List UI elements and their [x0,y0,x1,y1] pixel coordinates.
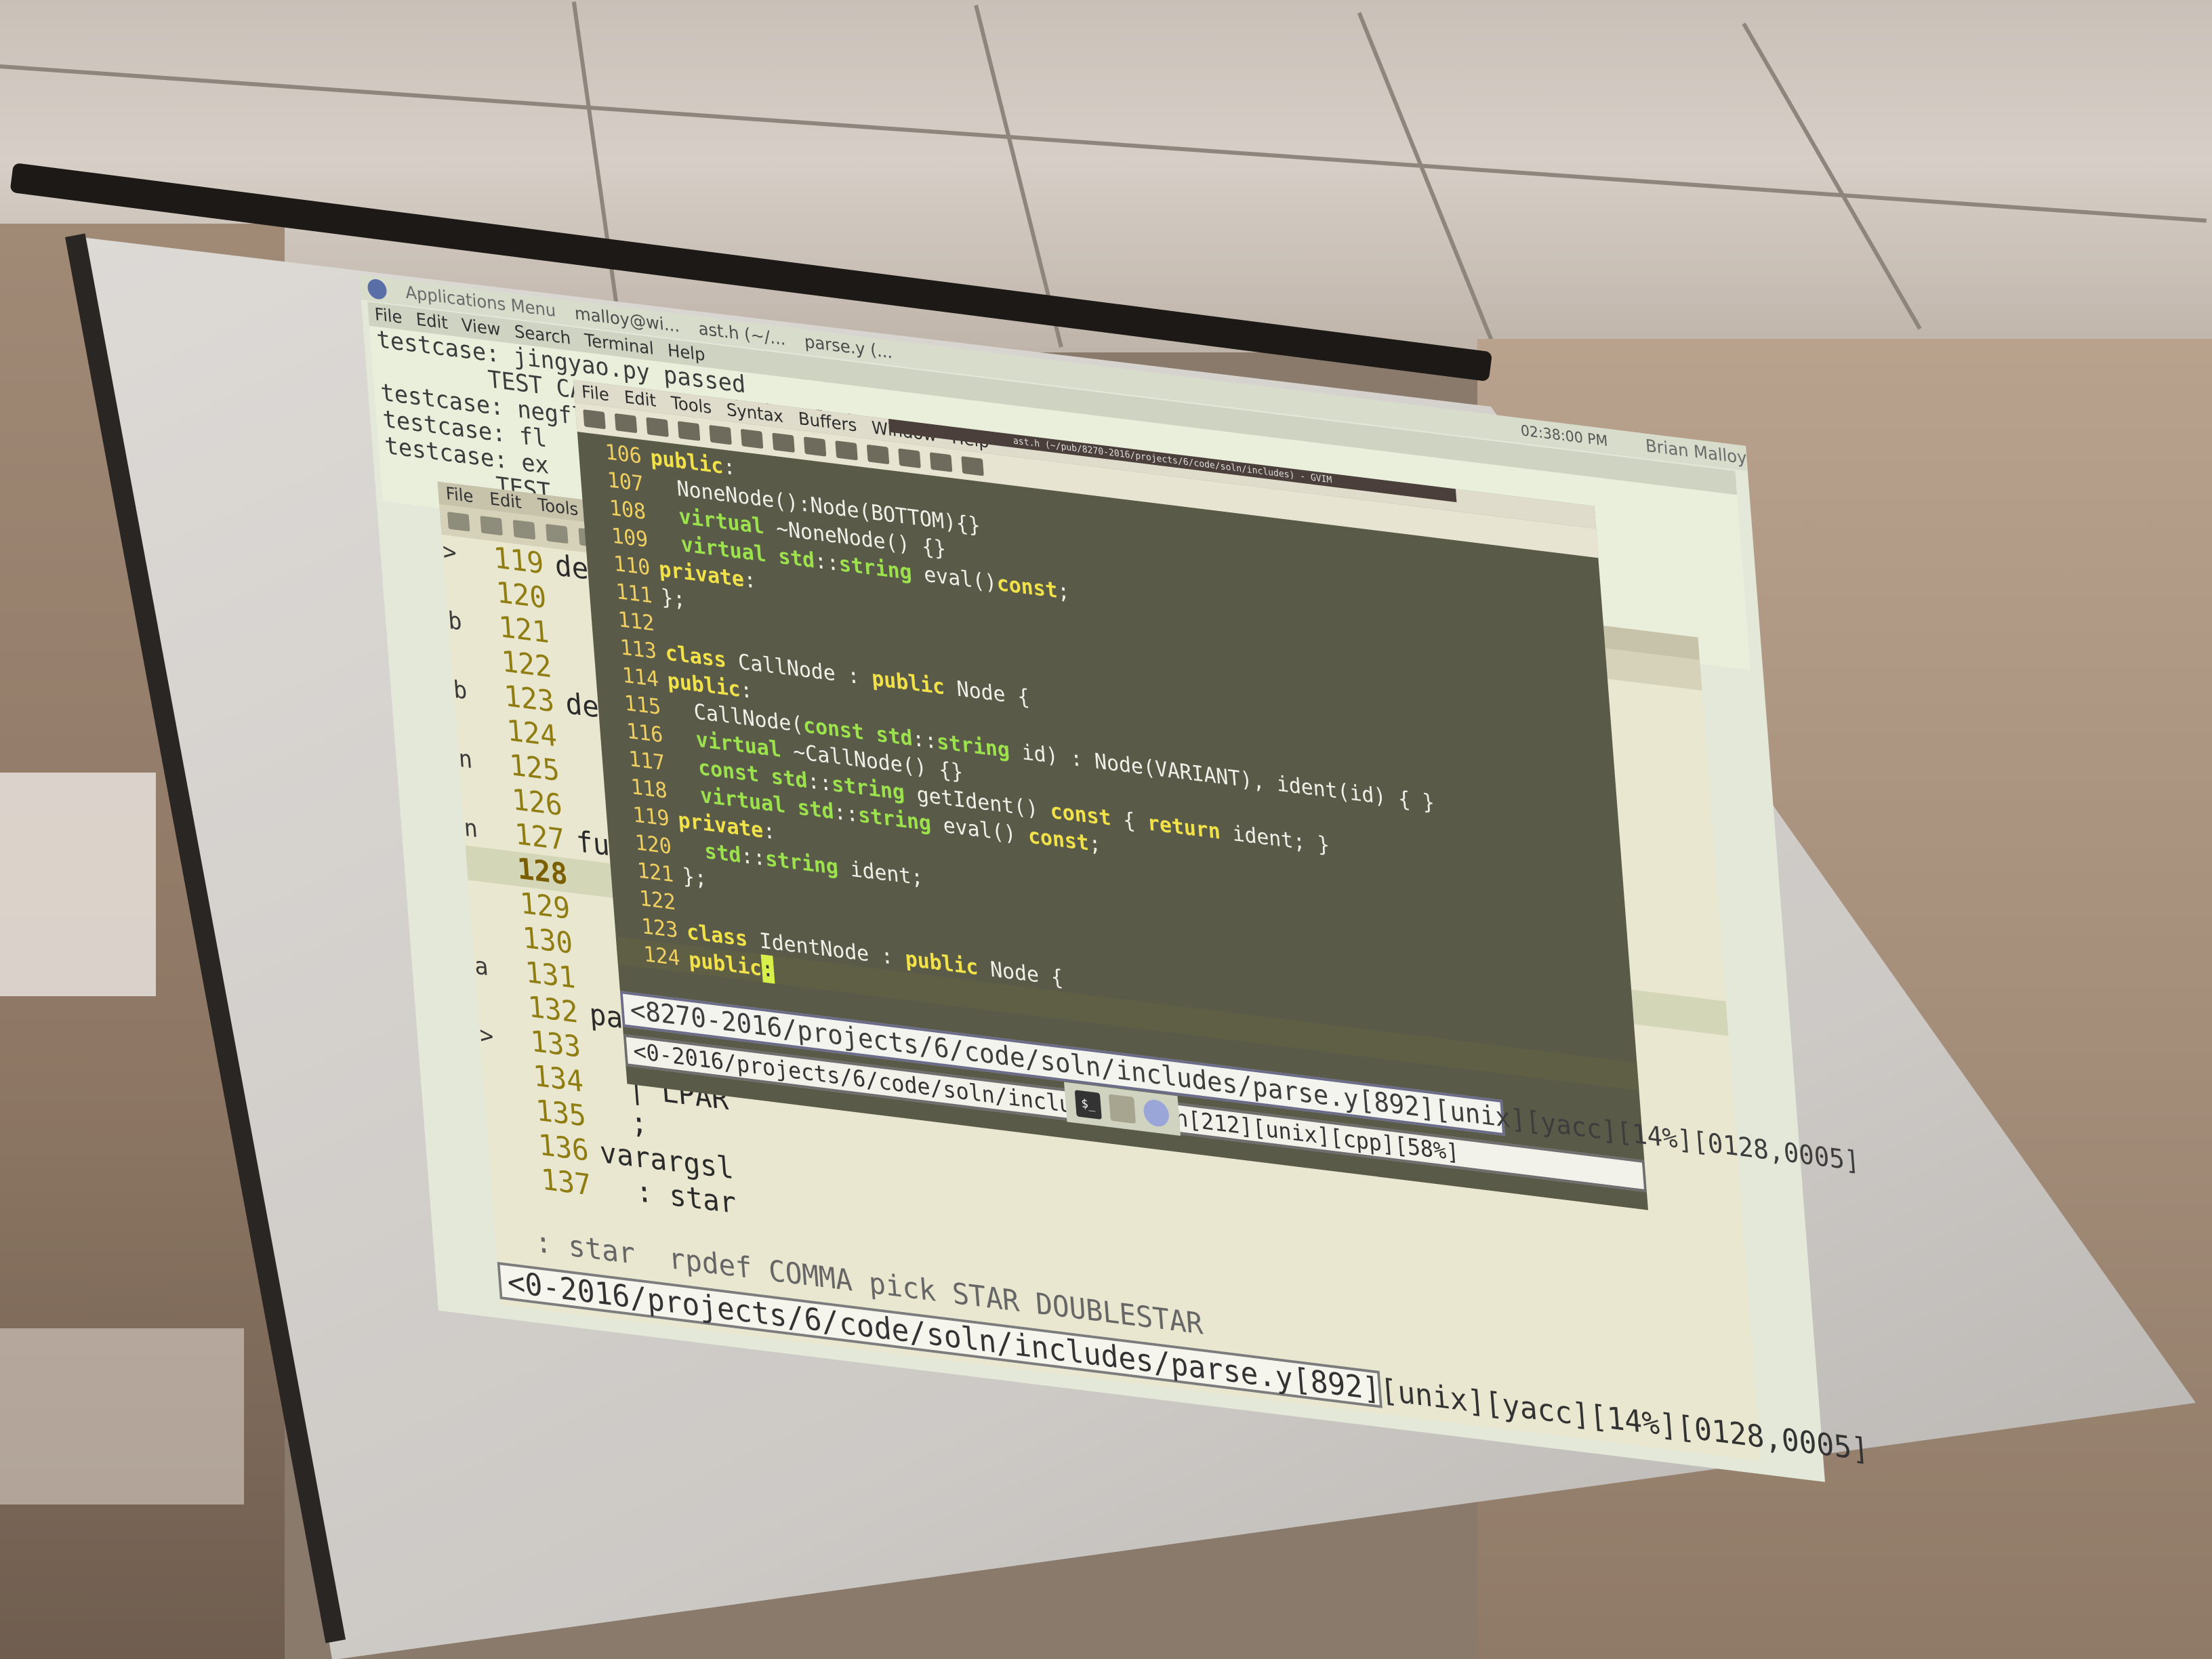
undo-icon[interactable] [709,425,732,445]
gutter-mark: b [452,676,468,705]
gutter-mark: > [441,537,458,567]
save-all-icon[interactable] [512,519,536,540]
browser-launcher-icon[interactable] [1143,1098,1170,1128]
code-text: }; [681,863,708,892]
code-text: : [722,453,737,480]
gutter-mark [487,1122,508,1158]
gutter-mark [455,708,476,744]
terminal-menu-view[interactable]: View [461,315,501,340]
code-text: : [762,817,777,845]
type-token: std [875,721,914,751]
gvim-left-menu-edit[interactable]: Edit [489,489,522,513]
code-text: :: [813,548,840,576]
gvim-right-menu-file[interactable]: File [581,382,610,405]
code-text: :: [832,798,859,827]
ceiling-tile-seam [1357,12,1494,341]
gutter-mark [444,569,466,606]
gutter-mark [466,846,487,882]
back-arrow-icon[interactable] [835,441,858,461]
gutter-mark [460,777,482,813]
terminal-launcher-icon[interactable]: $_ [1074,1090,1102,1120]
gutter-mark: > [478,1021,495,1050]
save-icon[interactable] [614,413,638,434]
code-text: }; [659,583,687,613]
ceiling-tile-seam [0,64,2207,223]
ceiling-tile-seam [1742,22,1922,330]
find-icon[interactable] [772,432,795,453]
wall-light-patch [0,773,156,996]
gutter-mark [489,1156,511,1193]
open-file-icon[interactable] [447,512,470,532]
gutter-mark: n [457,745,474,775]
gutter-mark [481,1052,503,1089]
help-icon[interactable] [961,456,984,476]
gvim-right-menu-edit[interactable]: Edit [623,388,657,411]
redo-icon[interactable] [740,428,764,449]
gutter-mark: b [447,607,463,636]
code-text: :: [739,842,766,871]
code-text: { [1109,805,1149,836]
code-text: :: [911,725,938,754]
projected-desktop: Applications Menu malloy@wi... ast.h (~/… [359,274,1870,1482]
type-token: std [777,543,816,573]
code-text: : [739,676,754,704]
code-text: ; [1088,830,1102,857]
folder-launcher-icon[interactable] [1108,1094,1136,1124]
code-text: :: [806,768,833,796]
run-icon[interactable] [929,452,953,472]
find-next-icon[interactable] [803,436,827,457]
text-cursor: : [760,954,775,984]
gutter-mark [449,638,471,675]
wall-light-patch [0,1328,244,1504]
print-icon[interactable] [546,523,569,544]
terminal-menu-file[interactable]: File [374,304,403,327]
save-icon[interactable] [480,515,503,536]
copy-icon[interactable] [866,444,890,465]
code-text: ; [1056,577,1071,605]
type-token: std [770,763,808,794]
save-all-icon[interactable] [646,417,669,437]
code-text: : [743,567,758,594]
terminal-menu-help[interactable]: Help [667,341,705,365]
applications-menu-icon[interactable] [367,278,388,301]
paste-icon[interactable] [898,448,921,468]
gutter-mark [470,914,492,951]
gutter-mark: n [463,814,479,844]
gutter-mark: a [473,952,489,981]
terminal-menu-edit[interactable]: Edit [415,310,449,333]
type-token: std [703,838,742,868]
gutter-mark [476,983,497,1020]
open-file-icon[interactable] [583,409,606,430]
gutter-mark [468,880,490,917]
print-icon[interactable] [677,421,701,441]
type-token: std [796,794,835,824]
gvim-left-menu-file[interactable]: File [445,484,474,507]
gutter-mark [484,1087,506,1124]
